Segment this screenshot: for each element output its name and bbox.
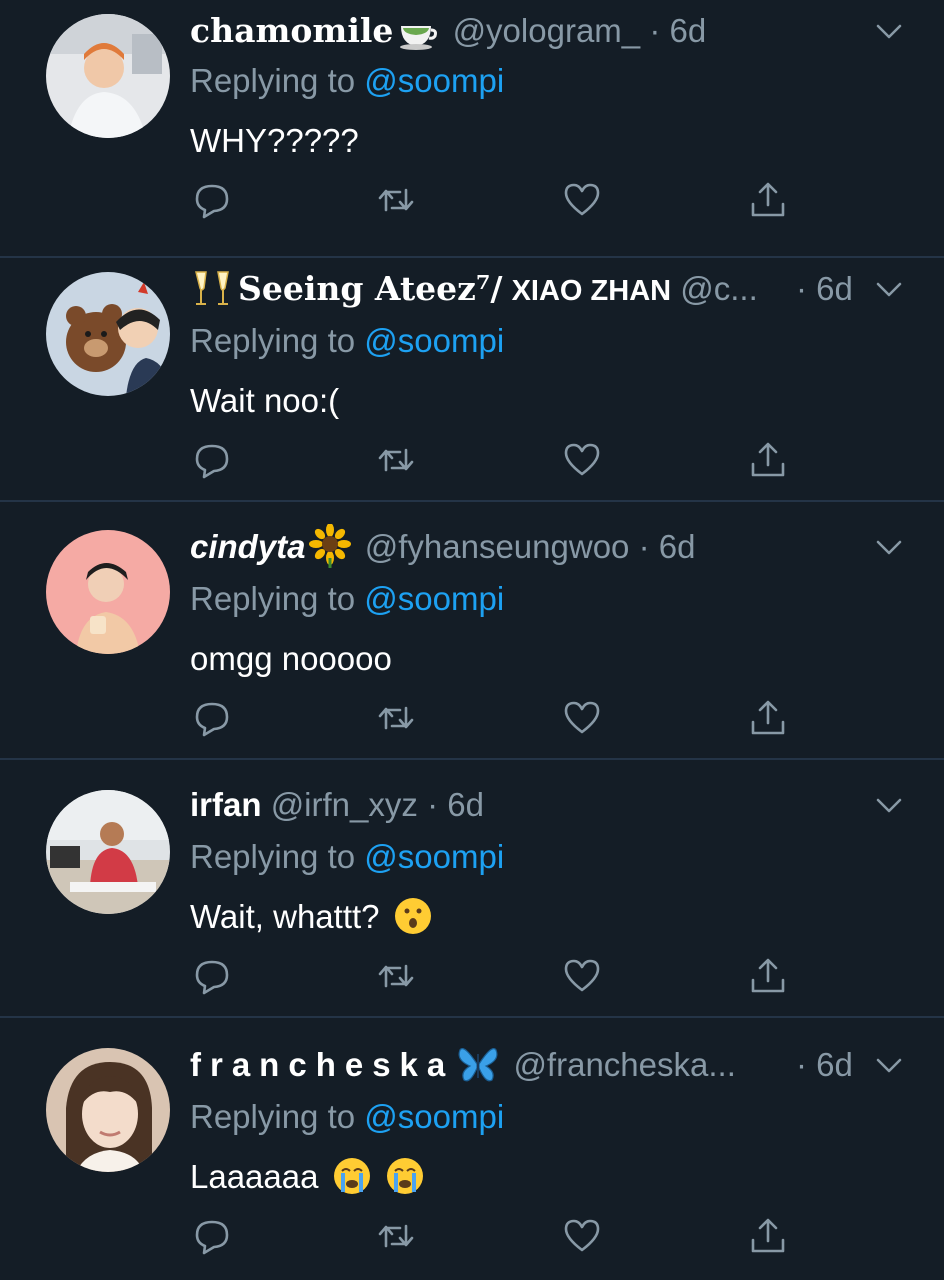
heart-icon[interactable] xyxy=(562,956,602,996)
user-handle[interactable]: @fyhanseungwoo xyxy=(365,528,630,565)
tweet-text: Wait noo:( xyxy=(190,382,340,419)
mention-link[interactable]: @soompi xyxy=(364,62,504,99)
avatar[interactable] xyxy=(46,790,170,914)
share-icon[interactable] xyxy=(748,180,788,220)
sunflower-emoji xyxy=(308,524,352,568)
tweet-actions xyxy=(190,1216,810,1262)
reply-icon[interactable] xyxy=(192,956,232,996)
tweet-text: WHY????? xyxy=(190,122,359,159)
reply-icon[interactable] xyxy=(192,440,232,480)
display-name[interactable]: francheska xyxy=(190,1046,454,1083)
tweet-actions xyxy=(190,180,810,226)
heart-icon[interactable] xyxy=(562,440,602,480)
user-handle[interactable]: @c... xyxy=(680,270,758,307)
display-name-suffix[interactable]: XIAO ZHAN xyxy=(512,275,672,307)
replying-to: Replying to @soompi xyxy=(190,318,504,364)
mention-link[interactable]: @soompi xyxy=(364,580,504,617)
reply-icon[interactable] xyxy=(192,180,232,220)
retweet-icon[interactable] xyxy=(376,698,416,738)
reply-icon[interactable] xyxy=(192,1216,232,1256)
tea-cup-emoji xyxy=(395,8,439,52)
avatar[interactable] xyxy=(46,14,170,138)
retweet-icon[interactable] xyxy=(376,440,416,480)
replying-to-label: Replying to xyxy=(190,580,356,617)
tweet[interactable]: francheska @francheska... · 6d Replying … xyxy=(0,1020,944,1280)
retweet-icon[interactable] xyxy=(376,956,416,996)
tweet-time[interactable]: · 6d xyxy=(427,786,484,823)
replying-to: Replying to @soompi xyxy=(190,834,504,880)
replying-to-label: Replying to xyxy=(190,1098,356,1135)
chevron-down-icon[interactable] xyxy=(874,790,904,820)
mention-link[interactable]: @soompi xyxy=(364,1098,504,1135)
tweet-actions xyxy=(190,698,810,744)
tweet-time[interactable]: · 6d xyxy=(796,1042,853,1088)
replying-to-label: Replying to xyxy=(190,62,356,99)
tweet[interactable]: cindyta @fyhanseungwoo · 6d Replying to … xyxy=(0,502,944,760)
clinking-glasses-emoji xyxy=(190,266,234,310)
tweet[interactable]: irfan @irfn_xyz · 6d Replying to @soompi… xyxy=(0,760,944,1018)
tweet-time[interactable]: · 6d xyxy=(639,528,696,565)
replying-to-label: Replying to xyxy=(190,838,356,875)
avatar[interactable] xyxy=(46,530,170,654)
chevron-down-icon[interactable] xyxy=(874,532,904,562)
tweet-header: francheska @francheska... xyxy=(190,1042,824,1088)
tweet-header: chamomile @yologram_ · 6d xyxy=(190,8,824,54)
retweet-icon[interactable] xyxy=(376,1216,416,1256)
retweet-icon[interactable] xyxy=(376,180,416,220)
tweet[interactable]: chamomile @yologram_ · 6d Replying to @s… xyxy=(0,0,944,258)
tweet-header: cindyta @fyhanseungwoo · 6d xyxy=(190,524,824,570)
chevron-down-icon[interactable] xyxy=(874,1050,904,1080)
heart-icon[interactable] xyxy=(562,180,602,220)
crying-face-emoji xyxy=(385,1156,425,1196)
share-icon[interactable] xyxy=(748,956,788,996)
chevron-down-icon[interactable] xyxy=(874,16,904,46)
tweet-body: Laaaaaa xyxy=(190,1154,425,1200)
avatar[interactable] xyxy=(46,1048,170,1172)
tweet-time[interactable]: · 6d xyxy=(649,12,706,49)
surprised-face-emoji xyxy=(393,896,433,936)
display-name[interactable]: Seeing Ateez⁷/ xyxy=(238,269,502,308)
tweet-actions xyxy=(190,956,810,1002)
user-handle[interactable]: @yologram_ xyxy=(453,12,641,49)
crying-face-emoji xyxy=(332,1156,372,1196)
tweet-header: irfan @irfn_xyz · 6d xyxy=(190,782,824,828)
reply-icon[interactable] xyxy=(192,698,232,738)
share-icon[interactable] xyxy=(748,440,788,480)
replying-to-label: Replying to xyxy=(190,322,356,359)
mention-link[interactable]: @soompi xyxy=(364,322,504,359)
replying-to: Replying to @soompi xyxy=(190,1094,504,1140)
tweet-text: omgg nooooo xyxy=(190,640,392,677)
tweet-text: Laaaaaa xyxy=(190,1158,319,1195)
tweet-header: Seeing Ateez⁷/ XIAO ZHAN @c... xyxy=(190,266,824,312)
replying-to: Replying to @soompi xyxy=(190,576,504,622)
tweet-time[interactable]: · 6d xyxy=(796,266,853,312)
display-name[interactable]: irfan xyxy=(190,786,262,823)
heart-icon[interactable] xyxy=(562,1216,602,1256)
tweet-feed: chamomile @yologram_ · 6d Replying to @s… xyxy=(0,0,944,1280)
share-icon[interactable] xyxy=(748,1216,788,1256)
display-name[interactable]: cindyta xyxy=(190,528,306,565)
display-name[interactable]: chamomile xyxy=(190,11,393,50)
user-handle[interactable]: @irfn_xyz xyxy=(271,786,418,823)
heart-icon[interactable] xyxy=(562,698,602,738)
mention-link[interactable]: @soompi xyxy=(364,838,504,875)
tweet-body: Wait, whattt? xyxy=(190,894,433,940)
tweet[interactable]: Seeing Ateez⁷/ XIAO ZHAN @c... · 6d Repl… xyxy=(0,244,944,502)
share-icon[interactable] xyxy=(748,698,788,738)
avatar[interactable] xyxy=(46,272,170,396)
user-handle[interactable]: @francheska... xyxy=(513,1046,735,1083)
replying-to: Replying to @soompi xyxy=(190,58,504,104)
butterfly-emoji xyxy=(456,1042,500,1086)
chevron-down-icon[interactable] xyxy=(874,274,904,304)
tweet-text: Wait, whattt? xyxy=(190,898,380,935)
tweet-actions xyxy=(190,440,810,486)
